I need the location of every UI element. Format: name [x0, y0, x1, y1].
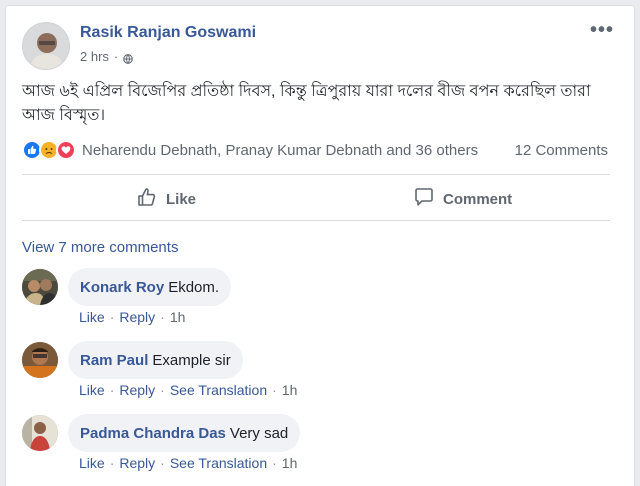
post-meta: 2 hrs ·	[80, 49, 134, 64]
like-button[interactable]: Like	[136, 186, 196, 212]
commenter-name[interactable]: Konark Roy	[80, 279, 164, 296]
commenter-name[interactable]: Padma Chandra Das	[80, 425, 226, 442]
comment-icon	[413, 186, 435, 212]
comment-button-label: Comment	[443, 190, 513, 208]
meta-separator: ·	[113, 49, 119, 64]
commenter-avatar[interactable]	[22, 415, 58, 451]
comment-actions: Like · Reply · See Translation · 1h	[79, 455, 297, 471]
comment-button[interactable]: Comment	[413, 186, 512, 212]
action-separator: ·	[272, 455, 277, 471]
action-separator: ·	[109, 309, 115, 325]
view-more-comments-link[interactable]: View 7 more comments	[22, 239, 178, 256]
post-card: Rasik Ranjan Goswami 2 hrs · ••• আজ ৬ই এ…	[5, 5, 635, 486]
more-options-icon[interactable]: •••	[590, 20, 614, 40]
comment-time[interactable]: 1h	[282, 382, 298, 398]
action-separator: ·	[160, 455, 165, 471]
comment-bubble: Padma Chandra Das Very sad	[68, 414, 301, 452]
action-separator: ·	[160, 309, 165, 325]
divider	[22, 174, 610, 175]
reactions-summary[interactable]: Neharendu Debnath, Pranay Kumar Debnath …	[22, 140, 478, 160]
action-separator: ·	[109, 382, 115, 398]
comment-time[interactable]: 1h	[170, 309, 186, 325]
action-separator: ·	[272, 382, 277, 398]
comment-text: Ekdom.	[168, 278, 220, 296]
post-text: আজ ৬ই এপ্রিল বিজেপির প্রতিষ্ঠা দিবস, কিন…	[22, 83, 591, 124]
comment-like-link[interactable]: Like	[79, 455, 105, 471]
comment-reply-link[interactable]: Reply	[119, 309, 155, 325]
see-translation-link[interactable]: See Translation	[170, 455, 267, 471]
commenter-avatar[interactable]	[22, 342, 58, 378]
comment-actions: Like · Reply · 1h	[79, 309, 185, 325]
action-separator: ·	[160, 382, 165, 398]
commenter-name[interactable]: Ram Paul	[80, 352, 148, 369]
see-translation-link[interactable]: See Translation	[170, 382, 267, 398]
comment-text: Very sad	[229, 424, 289, 442]
comment-reply-link[interactable]: Reply	[119, 382, 155, 398]
comment-bubble: Ram Paul Example sir	[68, 341, 243, 379]
comment-like-link[interactable]: Like	[79, 382, 105, 398]
comment-bubble: Konark Roy Ekdom.	[68, 268, 232, 306]
action-separator: ·	[109, 455, 115, 471]
comment-reply-link[interactable]: Reply	[119, 455, 155, 471]
comment-count[interactable]: 12 Comments	[515, 142, 608, 159]
love-reaction-icon	[56, 140, 76, 160]
author-avatar[interactable]	[22, 22, 70, 70]
like-button-label: Like	[166, 190, 197, 208]
post-author-name[interactable]: Rasik Ranjan Goswami	[80, 24, 256, 42]
reaction-names[interactable]: Neharendu Debnath, Pranay Kumar Debnath …	[82, 142, 478, 159]
comment-text: Example sir	[152, 351, 231, 369]
thumbs-up-icon	[136, 186, 158, 212]
comment-like-link[interactable]: Like	[79, 309, 105, 325]
comment-actions: Like · Reply · See Translation · 1h	[79, 382, 297, 398]
commenter-avatar[interactable]	[22, 269, 58, 305]
globe-icon	[123, 52, 134, 64]
divider	[22, 220, 610, 221]
post-time[interactable]: 2 hrs	[80, 49, 109, 64]
comment-time[interactable]: 1h	[282, 455, 298, 471]
